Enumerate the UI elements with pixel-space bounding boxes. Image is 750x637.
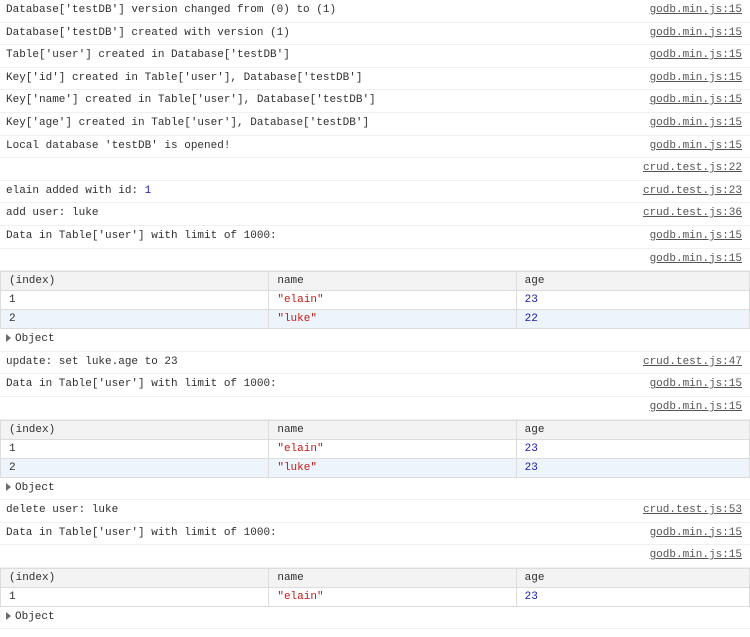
table-header-row: (index) name age: [1, 272, 750, 291]
log-message: Data in Table['user'] with limit of 1000…: [6, 228, 277, 246]
caret-right-icon: [6, 334, 11, 342]
source-link[interactable]: crud.test.js:22: [643, 160, 742, 178]
log-message: Key['age'] created in Table['user'], Dat…: [6, 115, 369, 133]
console-line: godb.min.js:15: [0, 397, 750, 420]
table-row: 1 "elain" 23: [1, 439, 750, 458]
cell-name: "elain": [269, 587, 516, 606]
console-table: (index) name age 1 "elain" 23 2 "luke" 2…: [0, 420, 750, 478]
console-line: delete user: luke crud.test.js:53: [0, 500, 750, 523]
console-line: Data in Table['user'] with limit of 1000…: [0, 374, 750, 397]
col-age: age: [516, 420, 749, 439]
console-line: Key['name'] created in Table['user'], Da…: [0, 90, 750, 113]
cell-index: 1: [1, 439, 269, 458]
source-link[interactable]: godb.min.js:15: [650, 251, 742, 269]
cell-index: 1: [1, 291, 269, 310]
console-table: (index) name age 1 "elain" 23 2 "luke" 2…: [0, 271, 750, 329]
source-link[interactable]: crud.test.js:53: [643, 502, 742, 520]
cell-index: 1: [1, 587, 269, 606]
cell-age: 23: [516, 458, 749, 477]
console-line: godb.min.js:15: [0, 545, 750, 568]
console-line: elain added with id: 1 crud.test.js:23: [0, 181, 750, 204]
col-age: age: [516, 272, 749, 291]
source-link[interactable]: godb.min.js:15: [650, 115, 742, 133]
source-link[interactable]: crud.test.js:36: [643, 205, 742, 223]
console-line: Data in Table['user'] with limit of 1000…: [0, 523, 750, 546]
col-index: (index): [1, 420, 269, 439]
object-label: Object: [15, 611, 55, 623]
object-label: Object: [15, 333, 55, 345]
log-message: Data in Table['user'] with limit of 1000…: [6, 376, 277, 394]
object-label: Object: [15, 482, 55, 494]
cell-name: "luke": [269, 310, 516, 329]
table-row: 2 "luke" 23: [1, 458, 750, 477]
source-link[interactable]: godb.min.js:15: [650, 228, 742, 246]
cell-age: 23: [516, 439, 749, 458]
log-message: update: set luke.age to 23: [6, 354, 178, 372]
source-link[interactable]: godb.min.js:15: [650, 47, 742, 65]
cell-name: "elain": [269, 291, 516, 310]
source-link[interactable]: godb.min.js:15: [650, 525, 742, 543]
console-line: Local database 'testDB' is opened! godb.…: [0, 136, 750, 159]
col-name: name: [269, 272, 516, 291]
log-message: Local database 'testDB' is opened!: [6, 138, 230, 156]
source-link[interactable]: godb.min.js:15: [650, 138, 742, 156]
object-expander[interactable]: Object: [0, 478, 750, 501]
source-link[interactable]: crud.test.js:47: [643, 354, 742, 372]
console-line: update: set luke.age to 23 crud.test.js:…: [0, 352, 750, 375]
cell-age: 22: [516, 310, 749, 329]
caret-right-icon: [6, 483, 11, 491]
console-line: godb.min.js:15: [0, 249, 750, 272]
log-message: Data in Table['user'] with limit of 1000…: [6, 525, 277, 543]
console-line: Key['age'] created in Table['user'], Dat…: [0, 113, 750, 136]
cell-name: "luke": [269, 458, 516, 477]
col-name: name: [269, 420, 516, 439]
cell-age: 23: [516, 291, 749, 310]
console-line: Database['testDB'] version changed from …: [0, 0, 750, 23]
caret-right-icon: [6, 612, 11, 620]
table-row: 1 "elain" 23: [1, 291, 750, 310]
console-line: Table['user'] created in Database['testD…: [0, 45, 750, 68]
cell-index: 2: [1, 310, 269, 329]
log-message: Key['name'] created in Table['user'], Da…: [6, 92, 376, 110]
source-link[interactable]: godb.min.js:15: [650, 399, 742, 417]
console-line: Key['id'] created in Table['user'], Data…: [0, 68, 750, 91]
console-table: (index) name age 1 "elain" 23: [0, 568, 750, 607]
cell-index: 2: [1, 458, 269, 477]
log-message: add user: luke: [6, 205, 98, 223]
log-message: Database['testDB'] created with version …: [6, 25, 290, 43]
col-name: name: [269, 568, 516, 587]
cell-age: 23: [516, 587, 749, 606]
table-header-row: (index) name age: [1, 420, 750, 439]
col-index: (index): [1, 568, 269, 587]
console-line: add user: luke crud.test.js:36: [0, 203, 750, 226]
source-link[interactable]: godb.min.js:15: [650, 92, 742, 110]
log-message: elain added with id: 1: [6, 183, 151, 201]
log-message: delete user: luke: [6, 502, 118, 520]
log-number: 1: [145, 185, 152, 197]
console-line: Data in Table['user'] with limit of 1000…: [0, 226, 750, 249]
log-message: Key['id'] created in Table['user'], Data…: [6, 70, 362, 88]
console-line: crud.test.js:22: [0, 158, 750, 181]
console-line: Database['testDB'] created with version …: [0, 23, 750, 46]
source-link[interactable]: godb.min.js:15: [650, 25, 742, 43]
col-age: age: [516, 568, 749, 587]
object-expander[interactable]: Object: [0, 329, 750, 352]
table-header-row: (index) name age: [1, 568, 750, 587]
log-message: Database['testDB'] version changed from …: [6, 2, 336, 20]
log-message: Table['user'] created in Database['testD…: [6, 47, 290, 65]
source-link[interactable]: godb.min.js:15: [650, 2, 742, 20]
source-link[interactable]: godb.min.js:15: [650, 376, 742, 394]
source-link[interactable]: godb.min.js:15: [650, 547, 742, 565]
col-index: (index): [1, 272, 269, 291]
cell-name: "elain": [269, 439, 516, 458]
object-expander[interactable]: Object: [0, 607, 750, 630]
source-link[interactable]: godb.min.js:15: [650, 70, 742, 88]
table-row: 2 "luke" 22: [1, 310, 750, 329]
table-row: 1 "elain" 23: [1, 587, 750, 606]
source-link[interactable]: crud.test.js:23: [643, 183, 742, 201]
